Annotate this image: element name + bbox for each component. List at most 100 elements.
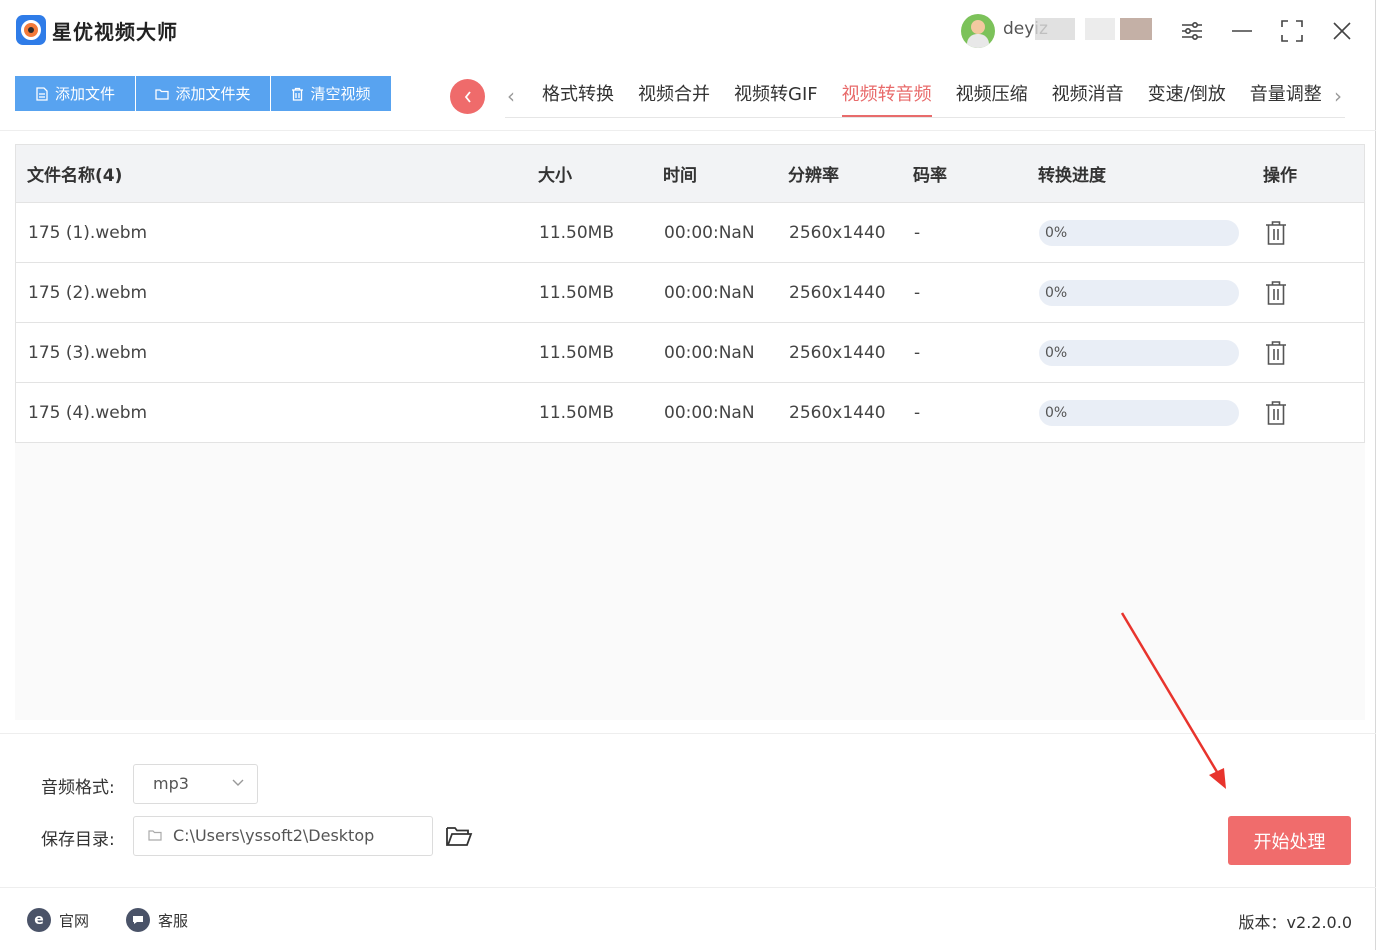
add-file-button[interactable]: 添加文件: [15, 76, 136, 111]
start-processing-button[interactable]: 开始处理: [1228, 816, 1351, 865]
progress-label: 0%: [1045, 345, 1068, 361]
tabs-divider: [505, 117, 1345, 118]
progress-bar: 0%: [1039, 400, 1239, 426]
file-name: 175 (4).webm: [28, 403, 148, 423]
tab-video-merge[interactable]: 视频合并: [626, 78, 722, 118]
file-table: 文件名称(4) 大小 时间 分辨率 码率 转换进度 操作 175 (1).web…: [15, 144, 1365, 443]
tab-video-to-audio[interactable]: 视频转音频: [830, 78, 944, 118]
tab-video-compress[interactable]: 视频压缩: [944, 78, 1040, 118]
file-bitrate: -: [914, 283, 921, 303]
website-label: 官网: [59, 911, 90, 930]
delete-row-icon[interactable]: [1264, 220, 1288, 246]
add-folder-label: 添加文件夹: [175, 85, 251, 103]
delete-row-icon[interactable]: [1264, 280, 1288, 306]
progress-bar: 0%: [1039, 220, 1239, 246]
minimize-icon[interactable]: [1227, 16, 1257, 46]
ie-globe-icon: e: [27, 908, 51, 932]
chevron-down-icon: [232, 779, 244, 786]
file-icon: [36, 86, 48, 101]
tabs-scroll-right-icon[interactable]: ›: [1330, 84, 1346, 108]
feature-tabs: 格式转换 视频合并 视频转GIF 视频转音频 视频压缩 视频消音 变速/倒放 音…: [530, 78, 1334, 118]
avatar[interactable]: [961, 14, 995, 48]
file-size: 11.50MB: [539, 403, 614, 423]
username-blur: [1035, 18, 1075, 40]
column-header-time: 时间: [663, 166, 697, 186]
table-row[interactable]: 175 (2).webm 11.50MB 00:00:NaN 2560x1440…: [15, 263, 1365, 323]
progress-bar: 0%: [1039, 340, 1239, 366]
footer: e 官网 客服 版本：v2.2.0.0: [0, 889, 1376, 950]
clear-videos-button[interactable]: 清空视频: [271, 76, 391, 111]
maximize-icon[interactable]: [1277, 16, 1307, 46]
delete-row-icon[interactable]: [1264, 340, 1288, 366]
website-link[interactable]: e 官网: [27, 908, 89, 932]
file-resolution: 2560x1440: [789, 403, 886, 423]
file-name: 175 (1).webm: [28, 223, 148, 243]
settings-sliders-icon[interactable]: [1177, 16, 1207, 46]
progress-bar: 0%: [1039, 280, 1239, 306]
column-header-resolution: 分辨率: [788, 166, 839, 186]
folder-icon: [155, 88, 170, 100]
version-label: 版本：v2.2.0.0: [1238, 913, 1352, 932]
tabs-scroll-left-icon[interactable]: ‹: [503, 84, 519, 108]
file-size: 11.50MB: [539, 283, 614, 303]
audio-format-label: 音频格式:: [41, 778, 115, 798]
file-bitrate: -: [914, 223, 921, 243]
save-dir-value: C:\Users\yssoft2\Desktop: [173, 826, 375, 845]
column-header-bitrate: 码率: [913, 166, 947, 186]
file-resolution: 2560x1440: [789, 283, 886, 303]
progress-label: 0%: [1045, 285, 1068, 301]
table-row[interactable]: 175 (4).webm 11.50MB 00:00:NaN 2560x1440…: [15, 383, 1365, 443]
app-window: 星优视频大师 deyiz 添加文件 添加文件夹 清空视频 ‹ 格式转换 视频合并…: [0, 0, 1376, 950]
table-row[interactable]: 175 (1).webm 11.50MB 00:00:NaN 2560x1440…: [15, 203, 1365, 263]
username-blur: [1085, 18, 1115, 40]
progress-label: 0%: [1045, 405, 1068, 421]
back-button[interactable]: [450, 79, 485, 114]
table-row[interactable]: 175 (3).webm 11.50MB 00:00:NaN 2560x1440…: [15, 323, 1365, 383]
column-header-size: 大小: [538, 166, 572, 186]
file-resolution: 2560x1440: [789, 223, 886, 243]
header-divider: [0, 130, 1376, 131]
table-header: 文件名称(4) 大小 时间 分辨率 码率 转换进度 操作: [15, 144, 1365, 203]
column-header-action: 操作: [1263, 166, 1297, 186]
column-header-progress: 转换进度: [1038, 166, 1106, 186]
file-duration: 00:00:NaN: [664, 283, 755, 303]
file-name: 175 (3).webm: [28, 343, 148, 363]
clear-videos-label: 清空视频: [310, 85, 371, 103]
username-blur: [1120, 18, 1152, 40]
close-icon[interactable]: [1327, 16, 1357, 46]
toolbar: 添加文件 添加文件夹 清空视频: [15, 76, 391, 111]
support-label: 客服: [158, 911, 189, 930]
file-size: 11.50MB: [539, 223, 614, 243]
file-duration: 00:00:NaN: [664, 223, 755, 243]
tab-speed-reverse[interactable]: 变速/倒放: [1136, 78, 1238, 118]
delete-row-icon[interactable]: [1264, 400, 1288, 426]
chat-bubble-icon: [126, 908, 150, 932]
trash-icon: [292, 87, 304, 101]
tab-video-mute[interactable]: 视频消音: [1040, 78, 1136, 118]
file-bitrate: -: [914, 343, 921, 363]
chevron-left-icon: [464, 90, 471, 103]
file-resolution: 2560x1440: [789, 343, 886, 363]
support-link[interactable]: 客服: [126, 908, 188, 932]
app-title: 星优视频大师: [52, 20, 178, 44]
open-folder-icon[interactable]: [445, 824, 473, 848]
title-bar: 星优视频大师 deyiz: [0, 0, 1376, 60]
tab-volume-adjust[interactable]: 音量调整: [1238, 78, 1334, 118]
file-size: 11.50MB: [539, 343, 614, 363]
save-dir-label: 保存目录:: [41, 830, 115, 850]
file-duration: 00:00:NaN: [664, 343, 755, 363]
column-header-name: 文件名称(4): [27, 166, 123, 186]
tab-format-convert[interactable]: 格式转换: [530, 78, 626, 118]
add-file-label: 添加文件: [54, 85, 115, 103]
tab-video-to-gif[interactable]: 视频转GIF: [722, 78, 830, 118]
add-folder-button[interactable]: 添加文件夹: [136, 76, 271, 111]
annotation-arrow-icon: [1120, 612, 1226, 789]
folder-icon: [148, 830, 162, 841]
app-logo-icon: [16, 15, 46, 45]
file-name: 175 (2).webm: [28, 283, 148, 303]
audio-format-select[interactable]: mp3: [133, 764, 258, 804]
progress-label: 0%: [1045, 225, 1068, 241]
audio-format-value: mp3: [153, 774, 189, 793]
save-dir-input[interactable]: C:\Users\yssoft2\Desktop: [133, 816, 433, 856]
file-bitrate: -: [914, 403, 921, 423]
